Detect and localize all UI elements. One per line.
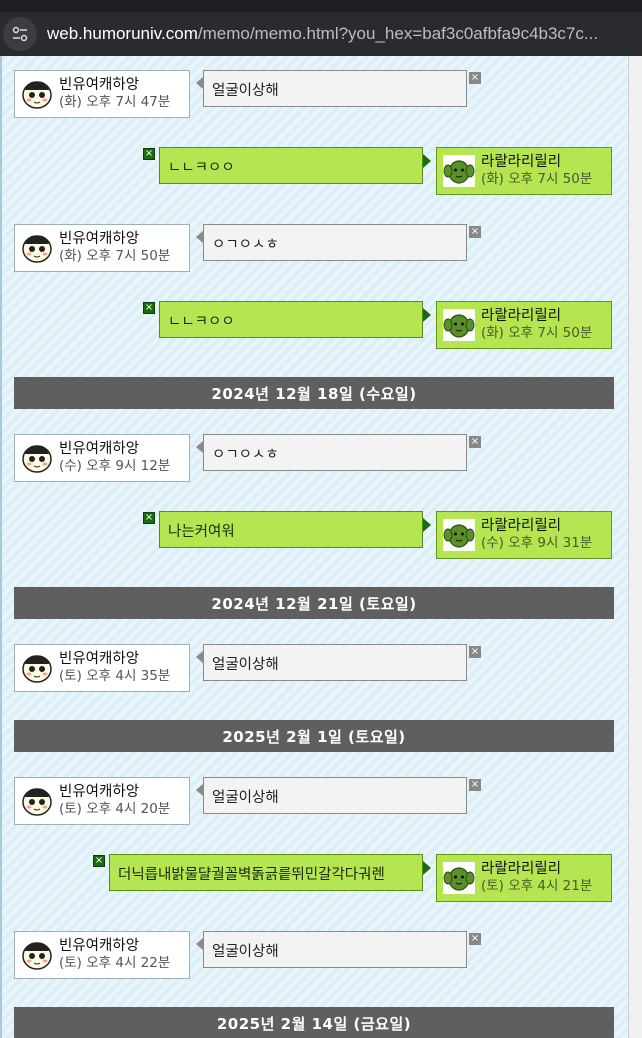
scrollbar[interactable] [628,56,642,1038]
date-separator: 2024년 12월 21일 (토요일) [14,587,614,619]
green-cactus-icon [443,862,475,894]
sent-message-bubble: ㄴㄴㅋㅇㅇ [159,147,431,184]
delete-icon[interactable]: × [469,72,481,84]
crying-face-icon [22,235,52,263]
crying-face-icon [22,655,52,683]
delete-icon[interactable]: × [469,779,481,791]
sent-message-bubble: 더닉릅내밝물댤궐꼴벽돍긁릍뛰민갈각다궈렌 [109,854,431,891]
received-message-bubble: 얼굴이상해 [196,70,467,107]
sender-name: 라랄라리릴리 [481,861,562,877]
green-cactus-icon [443,309,475,341]
delete-icon[interactable]: × [143,512,155,524]
sender-name: 라랄라리릴리 [481,154,562,170]
message-time: (화) 오후 7시 50분 [59,248,171,264]
delete-icon[interactable]: × [469,436,481,448]
delete-icon[interactable]: × [469,646,481,658]
message-time: (화) 오후 7시 50분 [481,171,593,187]
friend-profile-card[interactable]: 빈유여캐하앙 (토) 오후 4시 22분 [14,931,190,979]
message-time: (수) 오후 9시 31분 [481,535,593,551]
crying-face-icon [22,942,52,970]
sender-name: 라랄라리릴리 [481,308,562,324]
sender-name: 라랄라리릴리 [481,518,562,534]
message-time: (수) 오후 9시 12분 [59,458,171,474]
friend-profile-card[interactable]: 빈유여캐하앙 (화) 오후 7시 50분 [14,224,190,272]
crying-face-icon [22,788,52,816]
delete-icon[interactable]: × [469,226,481,238]
site-settings-icon[interactable] [3,17,37,51]
message-time: (토) 오후 4시 20분 [59,801,171,817]
received-message-bubble: 얼굴이상해 [196,931,467,968]
delete-icon[interactable]: × [93,855,105,867]
message-time: (토) 오후 4시 21분 [481,878,593,894]
sender-name: 빈유여캐하앙 [59,231,140,247]
message-time: (화) 오후 7시 47분 [59,94,171,110]
crying-face-icon [22,81,52,109]
address-bar[interactable]: web.humoruniv.com/memo/memo.html?you_hex… [0,12,642,56]
message-time: (화) 오후 7시 50분 [481,325,593,341]
message-time: (토) 오후 4시 35분 [59,668,171,684]
url-text[interactable]: web.humoruniv.com/memo/memo.html?you_hex… [47,24,637,44]
url-path: /memo/memo.html?you_hex=baf3c0afbfa9c4b3… [197,24,599,43]
my-profile-card[interactable]: 라랄라리릴리 (수) 오후 9시 31분 [436,511,612,559]
green-cactus-icon [443,155,475,187]
friend-profile-card[interactable]: 빈유여캐하앙 (화) 오후 7시 47분 [14,70,190,118]
sent-message-bubble: ㄴㄴㅋㅇㅇ [159,301,431,338]
sender-name: 빈유여캐하앙 [59,441,140,457]
sender-name: 빈유여캐하앙 [59,77,140,93]
crying-face-icon [22,445,52,473]
date-separator: 2025년 2월 1일 (토요일) [14,720,614,752]
message-time: (토) 오후 4시 22분 [59,955,171,971]
date-separator: 2024년 12월 18일 (수요일) [14,377,614,409]
sender-name: 빈유여캐하앙 [59,938,140,954]
sender-name: 빈유여캐하앙 [59,651,140,667]
browser-tabstrip [0,0,642,12]
delete-icon[interactable]: × [469,933,481,945]
green-cactus-icon [443,519,475,551]
my-profile-card[interactable]: 라랄라리릴리 (토) 오후 4시 21분 [436,854,612,902]
received-message-bubble: 얼굴이상해 [196,777,467,814]
received-message-bubble: ㅇㄱㅇㅅㅎ [196,434,467,471]
url-host: web.humoruniv.com [47,24,198,43]
delete-icon[interactable]: × [143,148,155,160]
my-profile-card[interactable]: 라랄라리릴리 (화) 오후 7시 50분 [436,301,612,349]
date-separator: 2025년 2월 14일 (금요일) [14,1007,614,1038]
friend-profile-card[interactable]: 빈유여캐하앙 (수) 오후 9시 12분 [14,434,190,482]
sent-message-bubble: 나는커여워 [159,511,431,548]
my-profile-card[interactable]: 라랄라리릴리 (화) 오후 7시 50분 [436,147,612,195]
sender-name: 빈유여캐하앙 [59,784,140,800]
friend-profile-card[interactable]: 빈유여캐하앙 (토) 오후 4시 20분 [14,777,190,825]
friend-profile-card[interactable]: 빈유여캐하앙 (토) 오후 4시 35분 [14,644,190,692]
received-message-bubble: ㅇㄱㅇㅅㅎ [196,224,467,261]
delete-icon[interactable]: × [143,302,155,314]
received-message-bubble: 얼굴이상해 [196,644,467,681]
